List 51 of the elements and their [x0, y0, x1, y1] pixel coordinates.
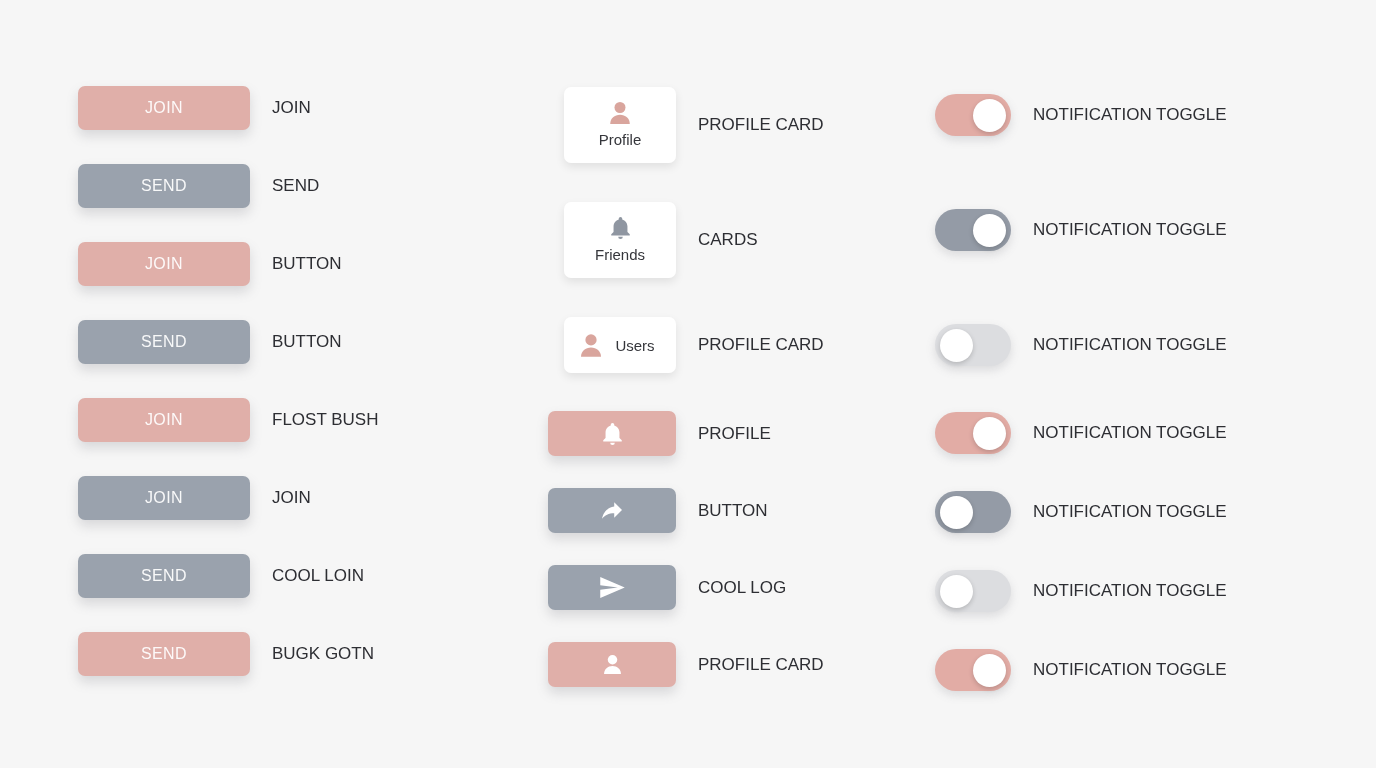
toggle-switch[interactable]: [935, 324, 1011, 366]
toggle-switch[interactable]: [935, 94, 1011, 136]
bell-icon: [602, 422, 622, 445]
row-label: NOTIFICATION TOGGLE: [1033, 105, 1227, 125]
action-button[interactable]: SEND: [78, 554, 250, 598]
action-button[interactable]: SEND: [78, 632, 250, 676]
row-label: BUTTON: [272, 332, 342, 352]
toggle-switch[interactable]: [935, 491, 1011, 533]
icon-button[interactable]: [548, 565, 676, 610]
row-label: BUTTON: [272, 254, 342, 274]
row-label: CARDS: [698, 230, 758, 250]
nav-card[interactable]: Friends: [564, 202, 676, 278]
row-label: PROFILE CARD: [698, 654, 824, 675]
row-label: BUGK GOTN: [272, 644, 374, 664]
row-label: BUTTON: [698, 500, 768, 521]
row-label: NOTIFICATION TOGGLE: [1033, 502, 1227, 522]
toggle-switch[interactable]: [935, 649, 1011, 691]
bell-icon: [610, 217, 630, 239]
action-button[interactable]: JOIN: [78, 242, 250, 286]
row-label: FLOST BUSH: [272, 410, 379, 430]
action-button[interactable]: JOIN: [78, 86, 250, 130]
row-label: NOTIFICATION TOGGLE: [1033, 581, 1227, 601]
row-label: COOL LOIN: [272, 566, 364, 586]
row-label: PROFILE CARD: [698, 335, 824, 355]
row-label: PROFILE: [698, 423, 771, 444]
icon-button[interactable]: [548, 488, 676, 533]
action-button[interactable]: JOIN: [78, 476, 250, 520]
row-label: SEND: [272, 176, 320, 196]
nav-card[interactable]: Users: [564, 317, 676, 373]
person-icon: [581, 333, 602, 357]
row-label: PROFILE CARD: [698, 115, 824, 135]
row-label: JOIN: [272, 488, 311, 508]
row-label: NOTIFICATION TOGGLE: [1033, 423, 1227, 443]
curved-arrow-icon: [602, 502, 622, 519]
person-icon: [610, 102, 630, 124]
action-button[interactable]: SEND: [78, 320, 250, 364]
icon-button[interactable]: [548, 642, 676, 687]
row-label: COOL LOG: [698, 577, 787, 598]
row-label: NOTIFICATION TOGGLE: [1033, 220, 1227, 240]
person-icon: [603, 655, 621, 674]
paper-plane-icon: [599, 577, 625, 598]
action-button[interactable]: SEND: [78, 164, 250, 208]
toggle-switch[interactable]: [935, 412, 1011, 454]
toggle-switch[interactable]: [935, 570, 1011, 612]
icon-button[interactable]: [548, 411, 676, 456]
action-button[interactable]: JOIN: [78, 398, 250, 442]
row-label: NOTIFICATION TOGGLE: [1033, 335, 1227, 355]
row-label: JOIN: [272, 98, 311, 118]
toggle-switch[interactable]: [935, 209, 1011, 251]
nav-card[interactable]: Profile: [564, 87, 676, 163]
row-label: NOTIFICATION TOGGLE: [1033, 660, 1227, 680]
